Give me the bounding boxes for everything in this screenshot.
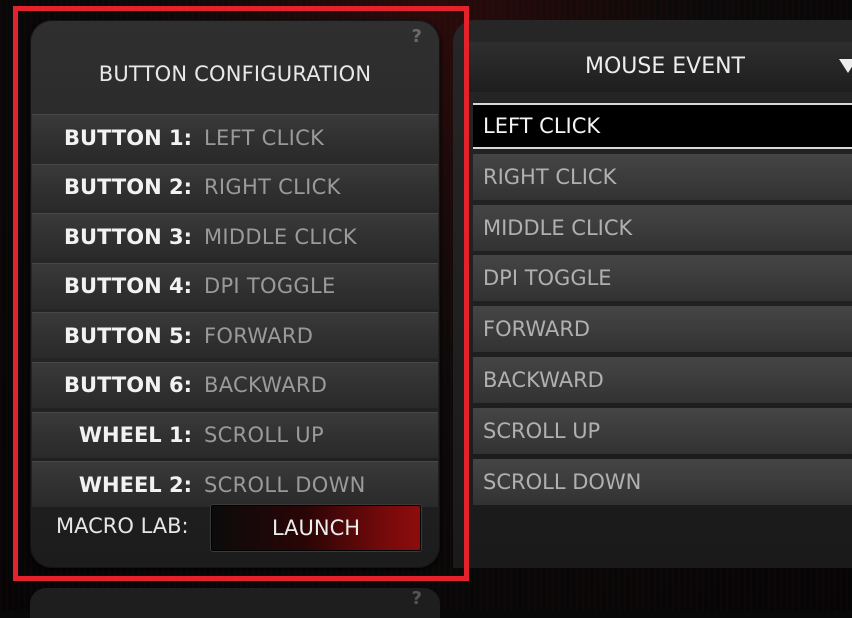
dropdown-title: MOUSE EVENT xyxy=(584,54,745,79)
mouse-event-dropdown[interactable]: MOUSE EVENT xyxy=(465,42,852,92)
event-item-dpi-toggle[interactable]: DPI TOGGLE xyxy=(473,255,852,302)
help-icon[interactable]: ? xyxy=(412,588,422,609)
event-item-forward[interactable]: FORWARD xyxy=(473,306,852,353)
event-item-right-click[interactable]: RIGHT CLICK xyxy=(473,153,852,200)
event-list: LEFT CLICK RIGHT CLICK MIDDLE CLICK DPI … xyxy=(473,103,852,509)
next-panel-top: ? xyxy=(30,588,440,618)
mouse-event-panel: MOUSE EVENT LEFT CLICK RIGHT CLICK MIDDL… xyxy=(453,20,852,568)
event-item-left-click[interactable]: LEFT CLICK xyxy=(473,103,852,149)
event-item-middle-click[interactable]: MIDDLE CLICK xyxy=(473,204,852,251)
event-item-scroll-up[interactable]: SCROLL UP xyxy=(473,407,852,454)
chevron-down-icon xyxy=(839,59,852,73)
event-item-backward[interactable]: BACKWARD xyxy=(473,356,852,403)
highlight-frame xyxy=(13,6,469,581)
event-item-scroll-down[interactable]: SCROLL DOWN xyxy=(473,458,852,505)
